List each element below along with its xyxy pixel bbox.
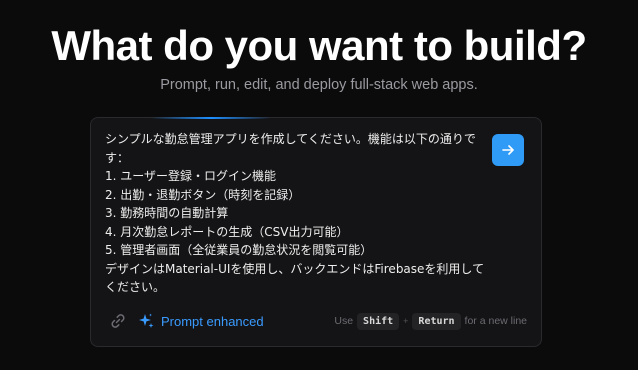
prompt-input[interactable]: シンプルな勤怠管理アプリを作成してください。機能は以下の通りです： 1. ユーザ… xyxy=(105,130,485,297)
prompt-enhance-button[interactable]: Prompt enhanced xyxy=(137,308,264,334)
shift-key: Shift xyxy=(357,312,400,330)
sparkle-icon xyxy=(139,313,154,328)
page: What do you want to build? Prompt, run, … xyxy=(0,0,638,370)
page-title: What do you want to build? xyxy=(51,22,587,69)
submit-button[interactable] xyxy=(492,134,524,166)
link-icon[interactable] xyxy=(109,312,127,330)
prompt-enhance-label: Prompt enhanced xyxy=(161,313,264,329)
arrow-right-icon xyxy=(502,145,514,155)
hint-suffix: for a new line xyxy=(464,315,527,327)
prompt-footer: Prompt enhanced Use Shift + Return for a… xyxy=(91,308,541,334)
hint-prefix: Use xyxy=(334,315,354,327)
newline-hint: Use Shift + Return for a new line xyxy=(334,310,527,332)
card-focus-glow xyxy=(151,117,271,119)
prompt-card: シンプルな勤怠管理アプリを作成してください。機能は以下の通りです： 1. ユーザ… xyxy=(90,117,542,347)
page-subtitle: Prompt, run, edit, and deploy full-stack… xyxy=(160,77,478,93)
return-key: Return xyxy=(412,312,461,330)
hint-plus: + xyxy=(403,316,409,326)
